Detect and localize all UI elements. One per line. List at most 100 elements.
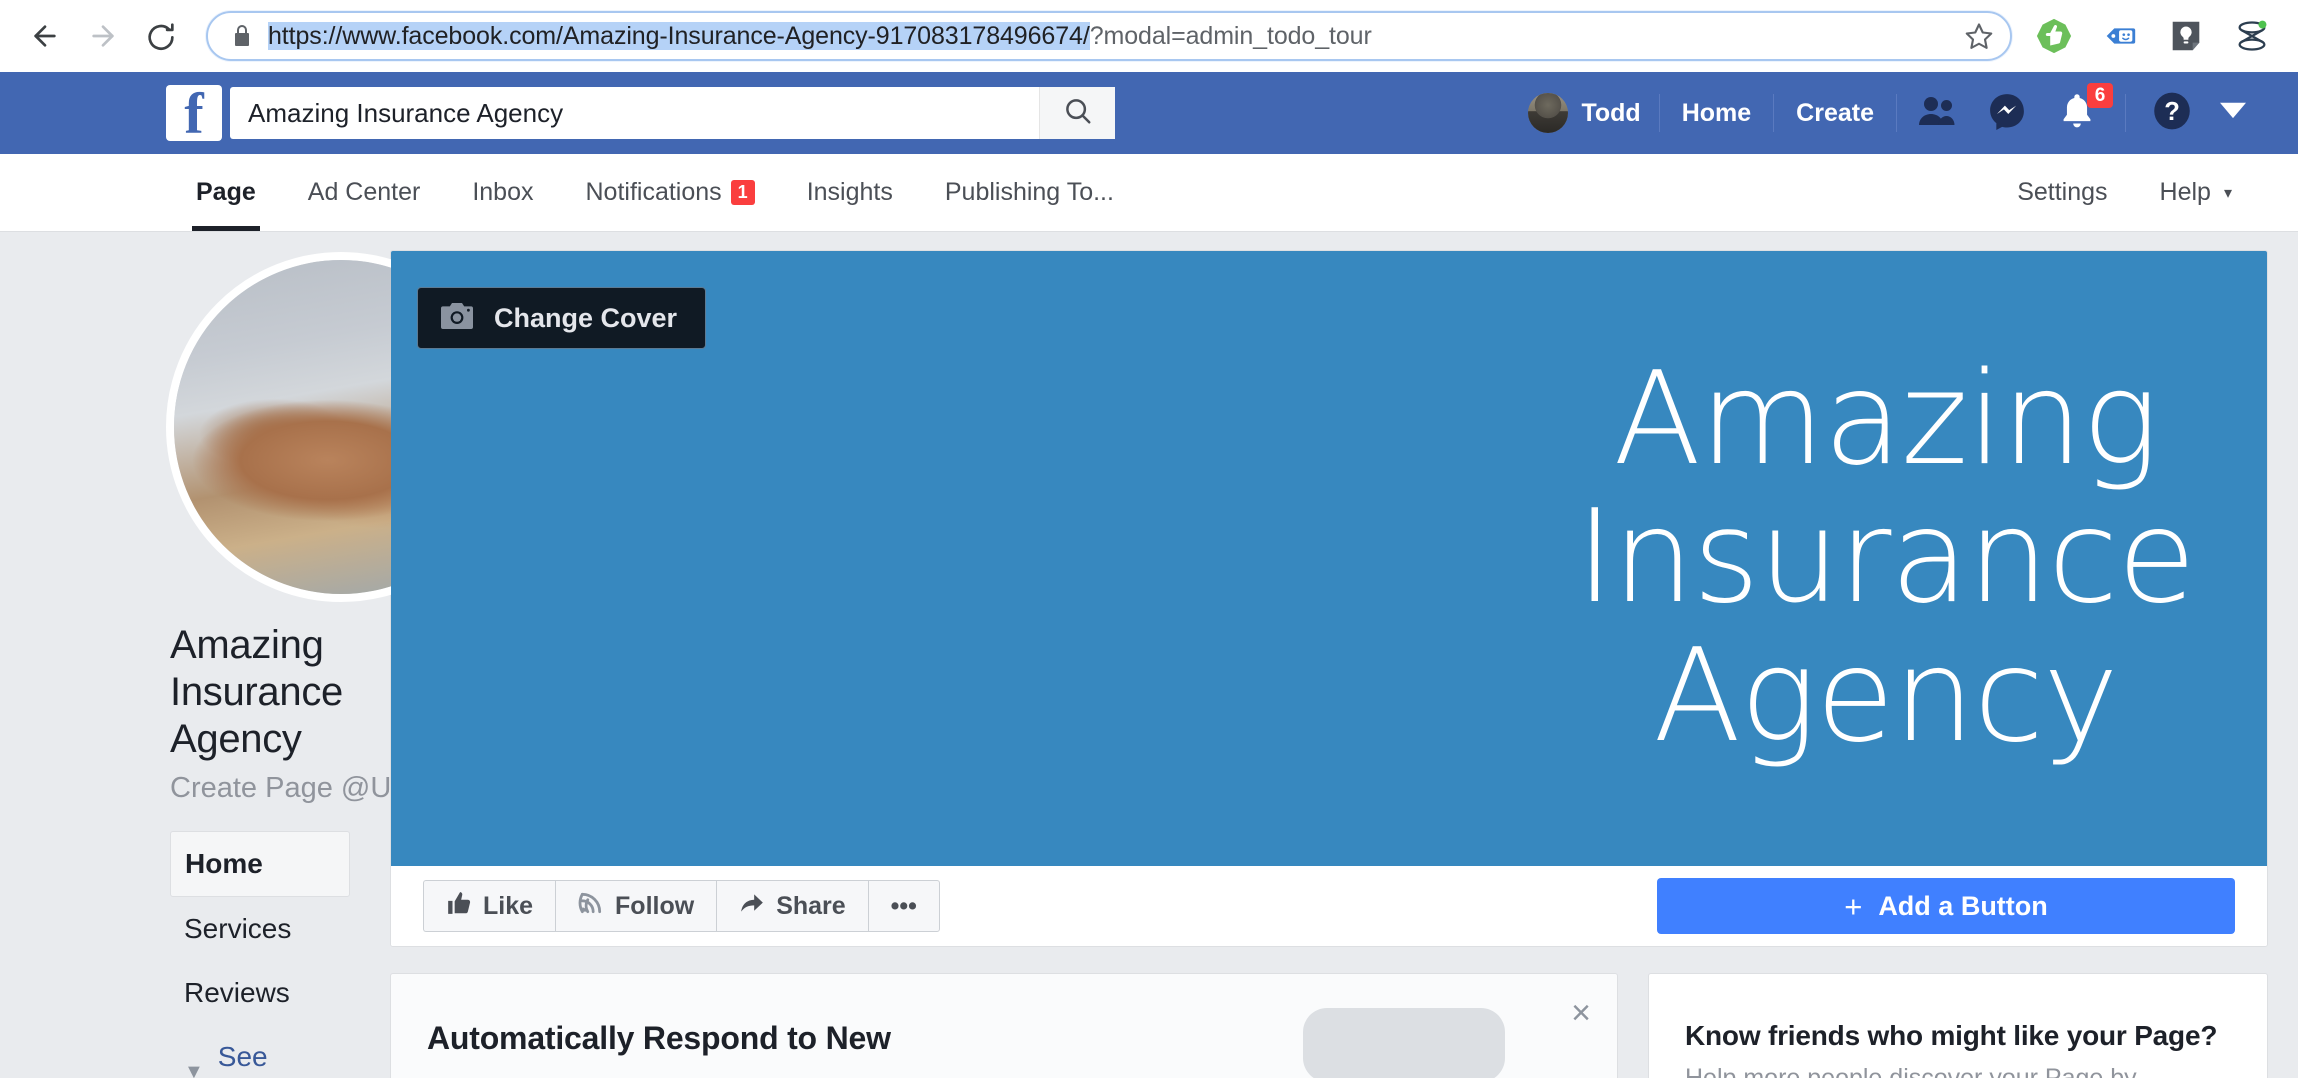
reload-button[interactable] [134,9,188,63]
account-name: Todd [1581,98,1641,127]
close-icon[interactable]: × [1571,996,1591,1030]
avatar [1528,93,1569,133]
tab-insights[interactable]: Insights [781,154,919,231]
page-action-button-group: Like Follow Share ••• [423,880,940,932]
page-body: + Amazing Insurance Agency Create Page @… [0,232,2298,1078]
sidebar-nav: Home Services Reviews ▼ See more [170,830,350,1078]
notifications-badge: 6 [2087,83,2113,109]
share-label: Share [776,891,846,920]
tab-notifications[interactable]: Notifications 1 [560,154,781,231]
tab-page[interactable]: Page [170,154,282,231]
messenger-icon [1988,92,2026,135]
cover-text: Amazing Insurance Agency [1576,345,2196,771]
header-create-link[interactable]: Create [1774,99,1896,128]
page-action-bar: Like Follow Share ••• + Add a Button [391,866,2267,946]
see-more-label: See more [217,1040,282,1078]
follow-button[interactable]: Follow [555,880,717,932]
account-menu-button[interactable] [2194,102,2256,125]
change-cover-label: Change Cover [494,302,678,333]
friend-requests-icon [1917,95,1957,132]
search-input[interactable] [230,87,1039,139]
bookmark-star-icon[interactable] [1964,21,1994,51]
camera-icon [440,302,474,335]
tab-label: Notifications [585,178,722,206]
divider [2125,94,2126,132]
tab-label: Publishing To... [944,178,1114,206]
url-selected-part: https://www.facebook.com/Amazing-Insuran… [268,21,1090,50]
page-main-column: Change Cover Amazing Insurance Agency Li… [390,232,2298,1078]
help-button[interactable]: ? [2150,91,2194,135]
chevron-down-icon: ▾ [2223,184,2232,202]
address-bar[interactable]: https://www.facebook.com/Amazing-Insuran… [206,11,2012,61]
like-button[interactable]: Like [423,880,556,932]
tab-label: Inbox [472,178,534,206]
sidebar-item-services[interactable]: Services [170,897,350,961]
page-sidebar: + Amazing Insurance Agency Create Page @… [0,232,516,1078]
cover-photo[interactable]: Change Cover Amazing Insurance Agency [391,251,2267,866]
sidebar-item-label: Reviews [184,976,290,1008]
tab-label: Insights [806,178,893,206]
header-home-link[interactable]: Home [1660,99,1773,128]
rss-icon [578,890,604,923]
plus-icon: + [1844,888,1863,924]
back-arrow-icon [29,20,61,52]
invite-friends-heading: Know friends who might like your Page? [1685,1020,2218,1051]
forward-button[interactable] [76,9,130,63]
tab-bar-right: Settings Help ▾ [1991,154,2258,231]
url-text[interactable]: https://www.facebook.com/Amazing-Insuran… [268,21,1952,51]
thumbs-up-icon [446,890,472,923]
facebook-logo[interactable]: f [166,85,222,141]
tag-smiley-extension-icon[interactable] [2100,16,2140,56]
page-tab-bar: Page Ad Center Inbox Notifications 1 Ins… [0,154,2298,232]
image-placeholder [1303,1008,1505,1078]
search-button[interactable] [1039,87,1115,139]
search-bar[interactable] [230,87,1115,139]
share-button[interactable]: Share [716,880,868,932]
cover-text-line-3: Agency [1653,621,2118,771]
svg-text:?: ? [2164,97,2180,125]
tab-label: Page [196,178,256,206]
cover-text-line-1: Amazing [1613,345,2158,495]
lightbulb-note-extension-icon[interactable] [2166,16,2206,56]
facebook-top-bar: f Todd Home Create [0,72,2298,154]
tab-inbox[interactable]: Inbox [446,154,559,231]
lock-icon [230,23,254,49]
cover-text-line-2: Insurance [1576,483,2196,633]
notifications-button[interactable]: 6 [2055,83,2113,135]
messenger-button[interactable] [1985,91,2029,135]
change-cover-button[interactable]: Change Cover [417,287,707,349]
cover-card: Change Cover Amazing Insurance Agency Li… [390,250,2268,947]
invite-friends-card: Know friends who might like your Page? H… [1648,973,2268,1078]
facebook-logo-letter: f [184,85,204,141]
friend-requests-button[interactable] [1915,91,1959,135]
tab-publishing-tools[interactable]: Publishing To... [919,154,1140,231]
search-icon [1063,96,1093,131]
sidebar-item-label: Home [185,847,263,879]
sidebar-item-reviews[interactable]: Reviews [170,961,350,1025]
create-page-username-link[interactable]: Create Page @Username [170,772,504,805]
hourglass-extension-icon[interactable] [2232,16,2272,56]
header-right-cluster: Todd Home Create 6 ? [1518,72,2270,154]
tab-help[interactable]: Help ▾ [2134,154,2258,231]
tab-label: Help [2159,178,2211,206]
tab-settings[interactable]: Settings [1991,154,2133,231]
account-button[interactable]: Todd [1518,89,1658,137]
sidebar-see-more-button[interactable]: ▼ See more [170,1025,350,1078]
tab-ad-center[interactable]: Ad Center [282,154,447,231]
follow-label: Follow [615,891,695,920]
reload-icon [145,20,177,52]
forward-arrow-icon [87,20,119,52]
browser-toolbar: https://www.facebook.com/Amazing-Insuran… [0,0,2298,72]
help-question-icon: ? [2152,91,2192,136]
ellipsis-icon: ••• [890,891,917,920]
back-button[interactable] [18,9,72,63]
more-options-button[interactable]: ••• [867,880,940,932]
header-icon-group: 6 [1897,83,2113,135]
sidebar-item-home[interactable]: Home [170,830,350,897]
thumbs-up-extension-icon[interactable] [2034,16,2074,56]
lower-cards-row: Automatically Respond to New × Know frie… [390,973,2268,1078]
tab-label: Ad Center [307,178,421,206]
add-a-button-cta[interactable]: + Add a Button [1657,878,2235,934]
chevron-down-icon: ▼ [184,1061,204,1078]
add-a-button-label: Add a Button [1878,890,2048,921]
